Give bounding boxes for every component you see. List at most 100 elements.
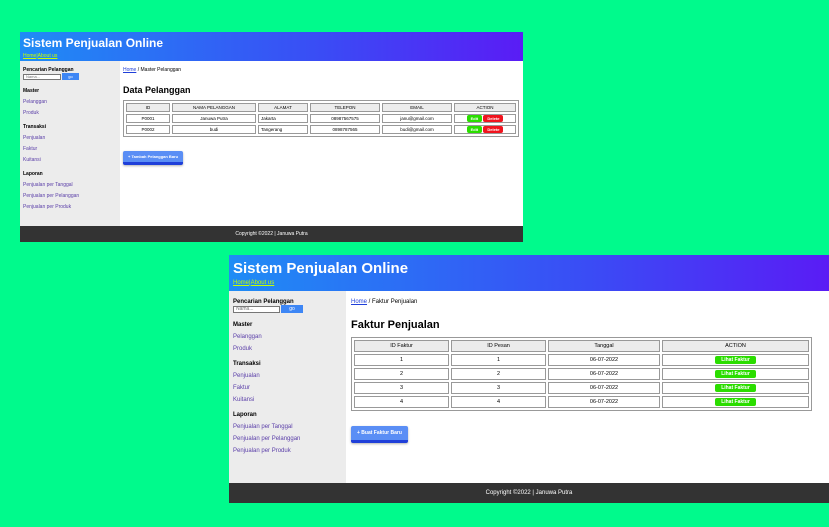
cell-tanggal: 06-07-2022 xyxy=(548,368,660,380)
sidebar-item-pelanggan[interactable]: Pelanggan xyxy=(233,334,346,340)
cell-alamat: Jakarta xyxy=(258,114,308,123)
cell-id: P0001 xyxy=(126,114,170,123)
nav-about-link[interactable]: About us xyxy=(38,53,58,59)
sidebar: Pencarian Pelanggan go Master Pelanggan … xyxy=(229,291,346,483)
table-row: 3 3 06-07-2022 Lihat Faktur xyxy=(354,382,809,394)
sidebar-item-faktur[interactable]: Faktur xyxy=(23,146,120,152)
delete-button[interactable]: Delete xyxy=(483,126,504,133)
cell-id-faktur: 2 xyxy=(354,368,449,380)
column-header-action: ACTION xyxy=(662,340,809,352)
search-go-button[interactable]: go xyxy=(62,73,79,80)
cell-id-pesan: 3 xyxy=(451,382,546,394)
table-row: P0002 budi Tangerang 0898787565 budi@gma… xyxy=(126,125,516,134)
table-row: P0001 Januwa Putra Jakarta 08987567575 j… xyxy=(126,114,516,123)
column-header-nama: NAMA PELANGGAN xyxy=(172,103,256,112)
column-header-email: EMAIL xyxy=(382,103,452,112)
search-go-button[interactable]: go xyxy=(281,305,303,313)
header: Sistem Penjualan Online Home|About us xyxy=(229,255,829,291)
search-input[interactable] xyxy=(23,73,61,80)
table-header-row: ID Faktur ID Pesan Tanggal ACTION xyxy=(354,340,809,352)
breadcrumb: Home / Master Pelanggan xyxy=(123,67,520,73)
screenshot-faktur-penjualan: Sistem Penjualan Online Home|About us Pe… xyxy=(229,255,829,503)
sidebar-item-produk[interactable]: Produk xyxy=(233,346,346,352)
sidebar-item-penjualan-per-tanggal[interactable]: Penjualan per Tanggal xyxy=(23,182,120,188)
top-nav: Home|About us xyxy=(233,280,274,286)
cell-action: Lihat Faktur xyxy=(662,354,809,366)
sidebar-group-transaksi: Transaksi xyxy=(23,124,47,130)
edit-button[interactable]: Edit xyxy=(466,126,483,133)
column-header-id-pesan: ID Pesan xyxy=(451,340,546,352)
sidebar-group-transaksi: Transaksi xyxy=(233,361,261,367)
breadcrumb-home-link[interactable]: Home xyxy=(123,67,136,73)
main-content: Home / Master Pelanggan Data Pelanggan I… xyxy=(120,61,523,226)
cell-id-faktur: 4 xyxy=(354,396,449,408)
faktur-table: ID Faktur ID Pesan Tanggal ACTION 1 1 06… xyxy=(351,337,812,411)
sidebar-item-faktur[interactable]: Faktur xyxy=(233,385,346,391)
cell-nama: budi xyxy=(172,125,256,134)
cell-id-faktur: 3 xyxy=(354,382,449,394)
sidebar-item-penjualan-per-pelanggan[interactable]: Penjualan per Pelanggan xyxy=(233,436,346,442)
cell-action: Edit Delete xyxy=(454,114,516,123)
column-header-id: ID xyxy=(126,103,170,112)
nav-home-link[interactable]: Home xyxy=(23,53,36,59)
table-row: 4 4 06-07-2022 Lihat Faktur xyxy=(354,396,809,408)
pelanggan-table: ID NAMA PELANGGAN ALAMAT TELEPON EMAIL A… xyxy=(123,100,519,137)
breadcrumb-current: / Faktur Penjualan xyxy=(367,299,418,305)
site-title: Sistem Penjualan Online xyxy=(23,36,164,50)
sidebar-item-penjualan-per-produk[interactable]: Penjualan per Produk xyxy=(233,448,346,454)
sidebar-group-laporan: Laporan xyxy=(233,412,257,418)
sidebar-item-kuitansi[interactable]: Kuitansi xyxy=(233,397,346,403)
footer: Copyright ©2022 | Januwa Putra xyxy=(20,226,523,242)
cell-action: Edit Delete xyxy=(454,125,516,134)
search-input[interactable] xyxy=(233,305,280,313)
cell-action: Lihat Faktur xyxy=(662,396,809,408)
cell-telepon: 0898787565 xyxy=(310,125,380,134)
lihat-faktur-button[interactable]: Lihat Faktur xyxy=(715,370,756,378)
footer: Copyright ©2022 | Januwa Putra xyxy=(229,483,829,503)
site-title: Sistem Penjualan Online xyxy=(233,260,409,277)
sidebar-item-penjualan[interactable]: Penjualan xyxy=(23,135,120,141)
page-title: Faktur Penjualan xyxy=(351,319,440,331)
cell-tanggal: 06-07-2022 xyxy=(548,396,660,408)
edit-button[interactable]: Edit xyxy=(466,115,483,122)
cell-id-pesan: 2 xyxy=(451,368,546,380)
lihat-faktur-button[interactable]: Lihat Faktur xyxy=(715,398,756,406)
cell-tanggal: 06-07-2022 xyxy=(548,354,660,366)
sidebar-item-penjualan-per-produk[interactable]: Penjualan per Produk xyxy=(23,204,120,210)
sidebar-group-laporan: Laporan xyxy=(23,171,43,177)
sidebar-item-pelanggan[interactable]: Pelanggan xyxy=(23,99,120,105)
sidebar-item-kuitansi[interactable]: Kuitansi xyxy=(23,157,120,163)
lihat-faktur-button[interactable]: Lihat Faktur xyxy=(715,384,756,392)
breadcrumb-home-link[interactable]: Home xyxy=(351,299,367,305)
column-header-action: ACTION xyxy=(454,103,516,112)
cell-email: budi@gmail.com xyxy=(382,125,452,134)
sidebar-item-penjualan-per-pelanggan[interactable]: Penjualan per Pelanggan xyxy=(23,193,120,199)
cell-telepon: 08987567575 xyxy=(310,114,380,123)
cell-id-faktur: 1 xyxy=(354,354,449,366)
delete-button[interactable]: Delete xyxy=(483,115,504,122)
top-nav: Home|About us xyxy=(23,53,57,59)
cell-alamat: Tangerang xyxy=(258,125,308,134)
table-header-row: ID NAMA PELANGGAN ALAMAT TELEPON EMAIL A… xyxy=(126,103,516,112)
cell-action: Lihat Faktur xyxy=(662,382,809,394)
table-row: 2 2 06-07-2022 Lihat Faktur xyxy=(354,368,809,380)
lihat-faktur-button[interactable]: Lihat Faktur xyxy=(715,356,756,364)
cell-email: janu@gmail.com xyxy=(382,114,452,123)
nav-home-link[interactable]: Home xyxy=(233,280,249,286)
main-content: Home / Faktur Penjualan Faktur Penjualan… xyxy=(346,291,829,483)
breadcrumb-current: / Master Pelanggan xyxy=(136,67,182,73)
sidebar-item-produk[interactable]: Produk xyxy=(23,110,120,116)
nav-about-link[interactable]: About us xyxy=(251,280,275,286)
sidebar-group-master: Master xyxy=(233,322,253,328)
column-header-id-faktur: ID Faktur xyxy=(354,340,449,352)
cell-id: P0002 xyxy=(126,125,170,134)
sidebar-item-penjualan-per-tanggal[interactable]: Penjualan per Tanggal xyxy=(233,424,346,430)
cell-id-pesan: 1 xyxy=(451,354,546,366)
add-pelanggan-button[interactable]: + Tambah Pelanggan Baru xyxy=(123,151,184,165)
table-row: 1 1 06-07-2022 Lihat Faktur xyxy=(354,354,809,366)
sidebar-item-penjualan[interactable]: Penjualan xyxy=(233,373,346,379)
cell-action: Lihat Faktur xyxy=(662,368,809,380)
header: Sistem Penjualan Online Home|About us xyxy=(20,32,523,61)
sidebar: Pencarian Pelanggan go Master Pelanggan … xyxy=(20,61,120,226)
add-faktur-button[interactable]: + Buat Faktur Baru xyxy=(351,426,408,443)
